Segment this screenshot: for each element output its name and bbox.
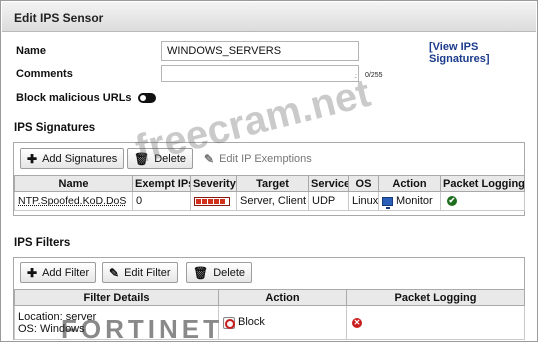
toggle-knob [140, 95, 146, 101]
action-cell: Monitor [378, 191, 441, 211]
pencil-icon: ✎ [204, 151, 215, 166]
ips-sensor-dialog: Edit IPS Sensor Name WINDOWS_SERVERS [Vi… [0, 0, 538, 342]
edit-filter-button[interactable]: ✎ Edit Filter [102, 262, 178, 283]
view-ips-signatures-link[interactable]: [View IPS Signatures] [429, 41, 537, 65]
edit-filter-label: Edit Filter [124, 266, 171, 279]
block-malicious-urls-toggle[interactable] [138, 93, 156, 103]
comments-textarea[interactable]: .: [161, 65, 359, 82]
target-cell: Server, Client [236, 191, 309, 211]
signatures-header-row: Name Exempt IPs Severity Target Service … [14, 175, 525, 192]
ips-filters-table: Filter Details Action Packet Logging Loc… [14, 289, 525, 340]
comments-label: Comments [16, 68, 73, 80]
filter-os-text: OS: Windows [18, 322, 85, 335]
filter-action-label: Block [238, 316, 265, 329]
col-header-severity[interactable]: Severity [190, 175, 237, 192]
filter-details-cell: Location: server OS: Windows [14, 305, 219, 340]
col-header-service[interactable]: Service [308, 175, 349, 192]
trash-icon: 🗑 [193, 265, 209, 280]
name-input[interactable]: WINDOWS_SERVERS [161, 41, 359, 61]
filter-packet-logging-cell: ✕ [346, 305, 525, 340]
os-cell: Linux [348, 191, 379, 211]
resize-handle-icon[interactable]: .: [354, 73, 357, 80]
add-signatures-button[interactable]: ✚ Add Signatures [20, 148, 125, 169]
plus-icon: ✚ [27, 151, 38, 166]
filter-action-cell: Block [218, 305, 347, 340]
delete-signature-label: Delete [154, 152, 187, 165]
delete-filter-label: Delete [213, 266, 246, 279]
add-signatures-label: Add Signatures [42, 152, 118, 165]
severity-meter-icon [194, 196, 230, 206]
table-row[interactable]: NTP.Spoofed.KoD.DoS 0 Server, Client UDP… [14, 191, 525, 211]
delete-filter-button[interactable]: 🗑 Delete [186, 262, 253, 283]
edit-ip-exemptions-button[interactable]: ✎ Edit IP Exemptions [197, 148, 319, 169]
name-label: Name [16, 45, 46, 57]
col-header-name[interactable]: Name [14, 175, 133, 192]
ips-filters-title: IPS Filters [14, 237, 71, 249]
packet-logging-cell: ✔ [440, 191, 525, 211]
edit-ip-exemptions-label: Edit IP Exemptions [219, 152, 312, 165]
delete-signature-button[interactable]: 🗑 Delete [127, 148, 194, 169]
table-row[interactable]: Location: server OS: Windows Block ✕ [14, 305, 525, 340]
dialog-title: Edit IPS Sensor [14, 11, 104, 25]
dialog-header: Edit IPS Sensor [2, 2, 536, 32]
service-cell: UDP [308, 191, 349, 211]
filter-location-text: Location: server [18, 310, 97, 323]
action-label: Monitor [396, 195, 433, 207]
col-header-os[interactable]: OS [348, 175, 379, 192]
severity-cell [190, 191, 237, 211]
col-header-action[interactable]: Action [378, 175, 441, 192]
col-header-exempt-ips[interactable]: Exempt IPs [132, 175, 191, 192]
ips-signatures-table: Name Exempt IPs Severity Target Service … [14, 175, 525, 211]
signature-name-cell[interactable]: NTP.Spoofed.KoD.DoS [14, 191, 133, 211]
col-header-filter-details[interactable]: Filter Details [14, 289, 219, 306]
trash-icon: 🗑 [134, 151, 150, 166]
comments-char-counter: 0/255 [365, 72, 383, 79]
col-header-filter-packet-logging[interactable]: Packet Logging [346, 289, 525, 306]
block-malicious-urls-label: Block malicious URLs [16, 92, 132, 104]
ips-signatures-title: IPS Signatures [14, 122, 96, 134]
col-header-packet-logging[interactable]: Packet Logging [440, 175, 525, 192]
col-header-filter-action[interactable]: Action [218, 289, 347, 306]
exempt-ips-cell: 0 [132, 191, 191, 211]
block-icon [223, 316, 235, 329]
add-filter-button[interactable]: ✚ Add Filter [20, 262, 97, 283]
pencil-icon: ✎ [109, 265, 120, 280]
add-filter-label: Add Filter [42, 266, 90, 279]
check-circle-icon: ✔ [447, 196, 457, 207]
plus-icon: ✚ [27, 265, 38, 280]
monitor-icon [382, 196, 393, 209]
col-header-target[interactable]: Target [236, 175, 309, 192]
x-circle-icon: ✕ [352, 317, 362, 328]
filters-header-row: Filter Details Action Packet Logging [14, 289, 525, 306]
